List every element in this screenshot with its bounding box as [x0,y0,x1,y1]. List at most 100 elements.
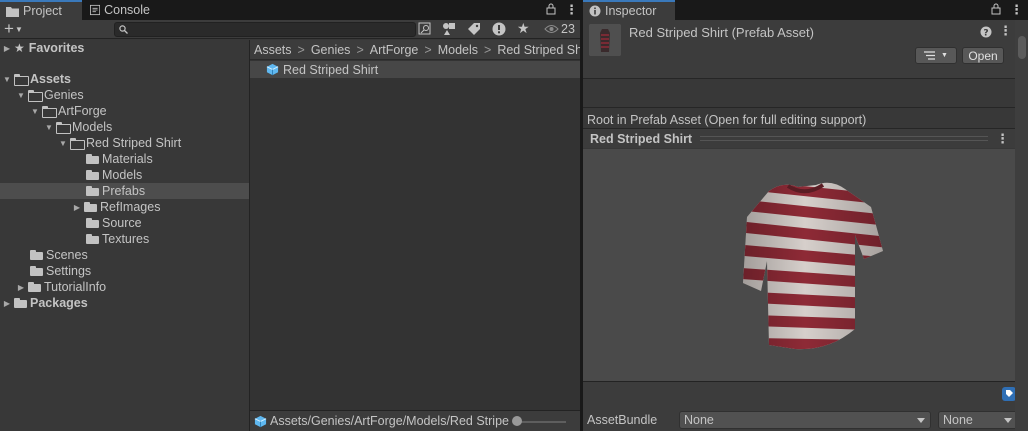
folder-icon [86,218,99,228]
tree-item-red-striped-shirt[interactable]: ▼ Red Striped Shirt [0,135,249,151]
collapse-arrow-icon[interactable]: ▼ [16,87,26,103]
lock-icon[interactable] [991,3,1001,18]
preview-title: Red Striped Shirt [590,131,693,146]
inspector-header: Red Striped Shirt (Prefab Asset) ? ⋮ ▼ O… [583,20,1028,78]
eye-icon [544,25,559,33]
tab-project[interactable]: Project [0,0,82,20]
lock-icon[interactable] [546,3,556,18]
chevron-down-icon [917,418,925,423]
folder-open-icon [70,138,85,150]
breadcrumb: Assets > Genies > ArtForge > Models > Re… [250,40,580,60]
tree-item-label: TutorialInfo [44,280,107,294]
variant-value: None [943,413,973,427]
info-icon [589,5,601,17]
tab-console[interactable]: Console [84,0,156,20]
tree-item-models-sub[interactable]: Models [0,167,249,183]
tree-item-favorites[interactable]: ▶ ★ Favorites [0,40,249,56]
filter-by-type-icon[interactable] [442,22,456,39]
breadcrumb-item[interactable]: Red Striped Shirt [497,43,580,57]
breadcrumb-item[interactable]: Genies [311,43,351,57]
chevron-right-icon: > [356,42,364,57]
collapse-arrow-icon[interactable]: ▼ [30,103,40,119]
file-item[interactable]: Red Striped Shirt [250,61,580,78]
tree-item-packages[interactable]: ▶ Packages [0,295,249,311]
kebab-menu-icon[interactable]: ⋮ [1010,2,1023,18]
favorite-star-icon[interactable]: ★ [517,20,530,37]
collapse-arrow-icon[interactable]: ▼ [58,135,68,151]
add-button[interactable]: +▼ [4,20,23,38]
overrides-dropdown[interactable]: ▼ [915,47,957,64]
preview-menu-icon[interactable]: ⋮ [996,131,1009,147]
folder-open-icon [42,106,57,118]
tree-item-textures[interactable]: Textures [0,231,249,247]
tree-item-label: Models [102,168,143,182]
preview-drag-handle[interactable] [700,136,988,141]
search-input[interactable] [114,22,416,37]
icon-size-slider-handle[interactable] [512,416,522,426]
tree-item-label: Materials [102,152,153,166]
search-by-type-icon[interactable] [418,22,432,39]
model-preview[interactable] [583,149,1015,381]
assetbundle-dropdown[interactable]: None [679,411,931,429]
search-icon [119,25,128,34]
kebab-menu-icon[interactable]: ⋮ [565,2,578,18]
folder-icon [14,298,27,308]
inspector-scrollbar[interactable] [1015,20,1028,431]
tree-item-tutorialinfo[interactable]: ▶ TutorialInfo [0,279,249,295]
icon-size-slider[interactable] [516,421,566,423]
collapse-arrow-icon[interactable]: ▼ [44,119,54,135]
tab-inspector[interactable]: Inspector [583,0,675,20]
scrollbar-thumb[interactable] [1018,36,1026,59]
divider [583,78,1015,79]
tree-item-label: Scenes [46,248,88,262]
chevron-right-icon: > [297,42,305,57]
tree-item-materials[interactable]: Materials [0,151,249,167]
divider [583,107,1015,108]
tree-item-label: ArtForge [58,104,107,118]
visibility-toggle[interactable]: 23 [544,22,575,36]
file-item-label: Red Striped Shirt [283,62,379,77]
open-prefab-button[interactable]: Open [962,47,1004,64]
tree-item-label: Models [72,120,113,134]
file-browser: Assets > Genies > ArtForge > Models > Re… [250,40,580,431]
tag-icon[interactable] [1002,387,1016,404]
tree-item-label: Textures [102,232,150,246]
breadcrumb-item[interactable]: Models [438,43,478,57]
tree-item-label: Genies [44,88,84,102]
expand-arrow-icon[interactable]: ▶ [72,199,82,215]
breadcrumb-item[interactable]: Assets [254,43,292,57]
tree-item-label: Source [102,216,142,230]
inspector-panel: Red Striped Shirt (Prefab Asset) ? ⋮ ▼ O… [583,20,1028,431]
tree-item-source[interactable]: Source [0,215,249,231]
folder-icon [86,170,99,180]
tree-item-label: RefImages [100,200,161,214]
prefab-thumbnail [589,24,621,56]
warning-filter-icon[interactable] [492,22,506,39]
collapse-arrow-icon[interactable]: ▼ [2,71,12,87]
chevron-right-icon: > [424,42,432,57]
tree-item-genies[interactable]: ▼ Genies [0,87,249,103]
expand-arrow-icon[interactable]: ▶ [2,295,12,311]
tree-item-settings[interactable]: Settings [0,263,249,279]
tree-item-models[interactable]: ▼ Models [0,119,249,135]
left-tab-bar: Project Console ⋮ [0,0,580,20]
folder-icon [28,282,41,292]
label-tag-icon[interactable] [467,22,481,39]
tree-item-prefabs[interactable]: Prefabs [0,183,249,199]
expand-arrow-icon[interactable]: ▶ [16,279,26,295]
tree-item-label: Settings [46,264,92,278]
tree-item-label: Packages [30,296,88,310]
breadcrumb-item[interactable]: ArtForge [370,43,419,57]
tree-item-scenes[interactable]: Scenes [0,247,249,263]
expand-arrow-icon[interactable]: ▶ [2,40,12,56]
tree-item-artforge[interactable]: ▼ ArtForge [0,103,249,119]
preview-header[interactable]: Red Striped Shirt ⋮ [583,129,1015,148]
component-menu-icon[interactable]: ⋮ [999,23,1012,39]
tree-item-assets[interactable]: ▼ Assets [0,71,249,87]
chevron-right-icon: > [484,42,492,57]
help-icon[interactable]: ? [980,26,992,41]
tree-item-refimages[interactable]: ▶ RefImages [0,199,249,215]
asset-path: Assets/Genies/ArtForge/Models/Red Stripe [270,414,509,428]
folder-open-icon [14,74,29,86]
assetbundle-variant-dropdown[interactable]: None [938,411,1018,429]
